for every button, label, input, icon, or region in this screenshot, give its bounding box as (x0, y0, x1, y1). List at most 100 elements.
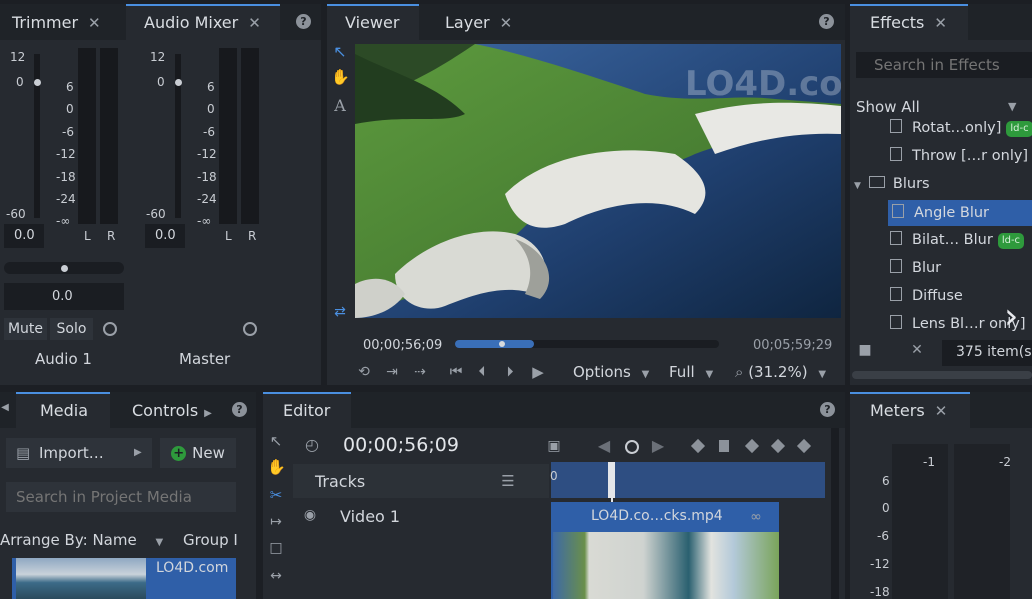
next-marker-icon[interactable]: ▶ (649, 436, 667, 455)
effect-folder-blurs[interactable]: ▼ Blurs (854, 171, 930, 197)
play-icon[interactable]: ▶ (529, 363, 547, 381)
tab-media[interactable]: Media (16, 392, 110, 428)
fader-knob-2[interactable] (175, 79, 182, 86)
master-record-icon[interactable] (243, 322, 257, 336)
tab-effects-label: Effects (870, 13, 925, 32)
fader-scale-60: -60 (6, 207, 26, 221)
chevron-left-icon[interactable]: ◀ (0, 402, 10, 413)
help-icon[interactable]: ? (819, 14, 834, 29)
fader-knob-1[interactable] (34, 79, 41, 86)
quality-menu[interactable]: Full ▼ (669, 363, 713, 381)
viewer-playhead[interactable] (499, 341, 505, 347)
effects-filter-select[interactable]: Show All ▼ (856, 98, 1032, 116)
viewer-tabbar: Viewer Layer ✕ ? (327, 4, 845, 40)
eye-icon[interactable]: ◉ (301, 507, 319, 523)
effects-search-input[interactable] (856, 52, 1032, 78)
trash-icon[interactable]: ✕ (908, 342, 926, 358)
select-tool-icon[interactable]: ↖ (267, 432, 285, 450)
chevron-down-icon: ▼ (705, 369, 714, 380)
video-clip-name: LO4D.co…cks.mp4 (591, 508, 723, 524)
effect-item-bilateral-blur[interactable]: Bilat… Blur ld-c (890, 227, 1025, 253)
close-icon[interactable]: ✕ (248, 14, 261, 32)
tab-effects[interactable]: Effects ✕ (850, 4, 968, 40)
pan-knob[interactable] (61, 265, 68, 272)
effects-scrollbar[interactable] (852, 371, 1032, 379)
text-tool-icon[interactable]: A (331, 96, 349, 115)
effect-item-blur[interactable]: Blur (890, 255, 941, 281)
insert-icon[interactable]: ⇢ (411, 364, 429, 380)
zoom-menu[interactable]: ⌕ (31.2%) ▼ (735, 363, 826, 381)
timeline-ruler[interactable] (551, 462, 825, 498)
menu-icon[interactable]: ☰ (499, 472, 517, 490)
step-back-icon[interactable]: ⏴ (473, 364, 491, 380)
link-tool-icon[interactable]: ⇄ (331, 304, 349, 320)
tab-layer[interactable]: Layer ✕ (445, 4, 535, 40)
tab-controls[interactable]: Controls ▶ (132, 392, 222, 428)
effect-item-label: Bilat… Blur (912, 232, 993, 248)
close-icon[interactable]: ✕ (88, 14, 101, 32)
viewer-scrub-bar[interactable] (455, 340, 719, 348)
effect-item-rotate[interactable]: Rotat…only] ld-c (890, 115, 1032, 141)
effect-item-throw[interactable]: Throw […r only] (890, 143, 1028, 169)
meter2-scale-0: 0 (207, 102, 215, 116)
export-frame-icon[interactable]: ⇥ (383, 364, 401, 380)
prev-keyframe-icon[interactable] (690, 438, 706, 454)
effect-item-diffuse[interactable]: Diffuse (890, 283, 963, 309)
tab-meters[interactable]: Meters ✕ (850, 392, 970, 428)
roll-tool-icon[interactable]: ↔ (267, 568, 285, 584)
close-icon[interactable]: ✕ (500, 14, 513, 32)
new-button[interactable]: + New (160, 438, 236, 468)
viewer-total-timecode: 00;05;59;29 (753, 338, 833, 353)
close-icon[interactable]: ✕ (935, 402, 948, 420)
tab-trimmer[interactable]: Trimmer ✕ (0, 4, 124, 40)
hand-tool-icon[interactable]: ✋ (267, 458, 286, 476)
chevron-down-icon: ▼ (854, 181, 861, 191)
go-to-start-icon[interactable]: ⏮ (447, 364, 465, 380)
slip-tool-icon[interactable]: ↦ (267, 514, 285, 530)
tab-audio-mixer[interactable]: Audio Mixer ✕ (126, 4, 280, 40)
audio-mixer-panel: Trimmer ✕ Audio Mixer ✕ ? 12 0 -60 6 0 -6 … (0, 4, 321, 385)
help-icon[interactable]: ? (296, 14, 311, 29)
media-search-input[interactable] (6, 482, 236, 512)
link-icon[interactable]: ∞ (747, 509, 765, 525)
rate-tool-icon[interactable]: □ (267, 540, 285, 556)
next-keyframe-icon[interactable] (770, 438, 786, 454)
timeline-playhead-handle[interactable] (608, 462, 615, 498)
keyframe-icon[interactable] (744, 438, 760, 454)
prev-marker-icon[interactable]: ◀ (595, 436, 613, 455)
zoom-label: (31.2%) (748, 363, 808, 381)
step-forward-icon[interactable]: ⏵ (501, 364, 519, 380)
media-thumbnail[interactable]: LO4D.com (12, 558, 236, 599)
editor-vertical-scrollbar[interactable] (831, 428, 839, 599)
chevron-right-icon[interactable]: › (1004, 296, 1018, 337)
help-icon[interactable]: ? (232, 402, 247, 417)
options-menu[interactable]: Options ▼ (573, 363, 649, 381)
video-frame[interactable]: LO4D.com (355, 44, 841, 318)
group-by-select[interactable]: Group I (183, 531, 238, 549)
new-folder-icon[interactable]: ■ (856, 342, 874, 358)
select-tool-icon[interactable]: ↖ (331, 42, 349, 61)
loop-icon[interactable]: ⟲ (355, 364, 373, 380)
close-icon[interactable]: ✕ (934, 14, 947, 32)
record-marker-icon[interactable] (625, 440, 639, 454)
hand-tool-icon[interactable]: ✋ (331, 68, 350, 86)
magnifier-icon: ⌕ (735, 363, 744, 381)
snapshot-icon[interactable]: ▣ (545, 438, 563, 454)
add-keyframe-icon[interactable] (719, 440, 729, 452)
fader2-scale-12: 12 (150, 50, 166, 64)
mute-button[interactable]: Mute (4, 318, 47, 340)
record-arm-icon[interactable] (103, 322, 117, 336)
level-meter-2 (219, 48, 237, 224)
effect-item-angle-blur[interactable]: Angle Blur (888, 200, 1032, 226)
editor-timecode[interactable]: 00;00;56;09 (343, 434, 459, 456)
tab-editor[interactable]: Editor (263, 392, 351, 428)
video-clip[interactable]: LO4D.co…cks.mp4 ∞ (551, 502, 779, 599)
import-button[interactable]: ▤ Import… ▶ (6, 438, 152, 468)
help-icon[interactable]: ? (820, 402, 835, 417)
plus-icon: + (171, 446, 187, 461)
solo-button[interactable]: Solo (50, 318, 93, 340)
razor-tool-icon[interactable]: ✂ (267, 486, 285, 504)
tab-viewer[interactable]: Viewer (327, 4, 419, 40)
last-keyframe-icon[interactable] (796, 438, 812, 454)
arrange-by-select[interactable]: Arrange By: Name ▼ (0, 531, 163, 549)
